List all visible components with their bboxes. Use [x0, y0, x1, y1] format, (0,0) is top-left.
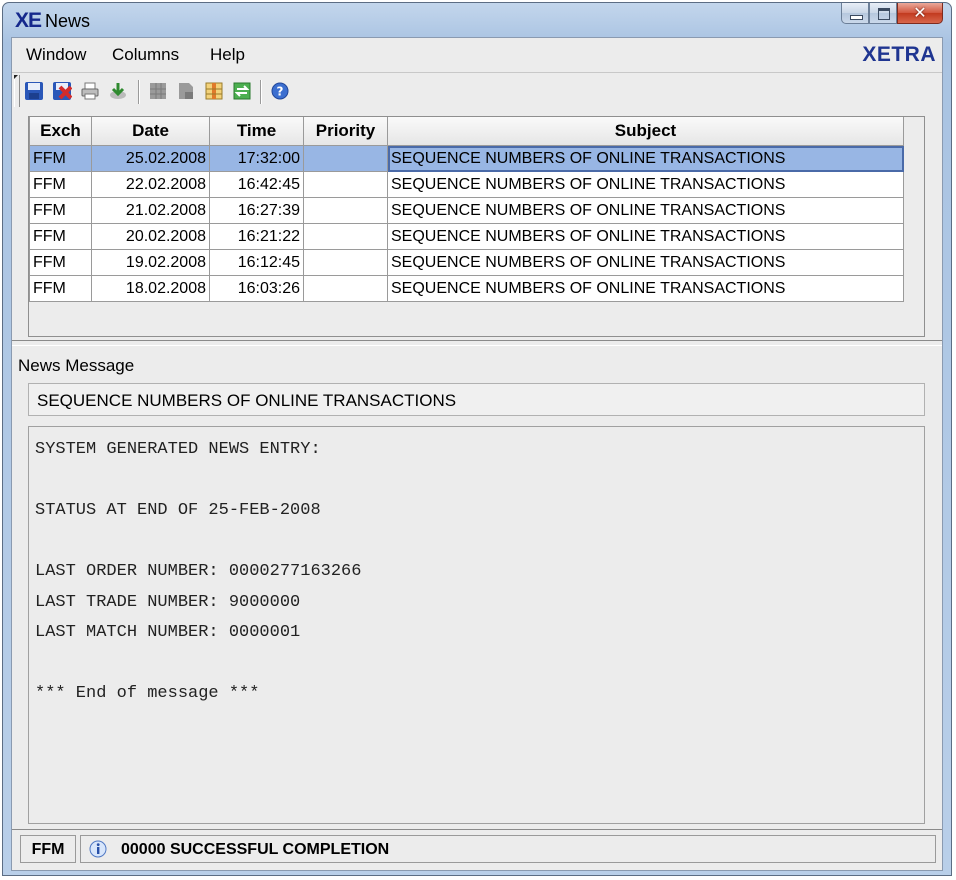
menu-window[interactable]: Window — [26, 45, 86, 65]
help-icon[interactable]: ? — [270, 81, 290, 101]
cell-time: 16:12:45 — [209, 249, 304, 276]
cell-subject: SEQUENCE NUMBERS OF ONLINE TRANSACTIONS — [387, 145, 904, 172]
column-header-time[interactable]: Time — [209, 117, 304, 146]
save-icon[interactable] — [24, 81, 44, 101]
body-line — [35, 649, 924, 680]
status-exchange: FFM — [20, 835, 76, 863]
minimize-icon — [850, 15, 863, 20]
cell-subject: SEQUENCE NUMBERS OF ONLINE TRANSACTIONS — [387, 275, 904, 302]
save-as-icon[interactable] — [52, 81, 72, 101]
menu-bar: Window Columns Help XETRA — [12, 38, 942, 73]
cell-priority — [303, 249, 388, 276]
document-icon[interactable] — [176, 81, 196, 101]
table-row[interactable]: FFM 22.02.2008 16:42:45 SEQUENCE NUMBERS… — [29, 171, 904, 198]
export-icon[interactable] — [108, 81, 128, 101]
column-header-date[interactable]: Date — [91, 117, 210, 146]
news-table-panel: Exch Date Time Priority Subject FFM 25.0… — [28, 116, 925, 337]
table-row[interactable]: FFM 25.02.2008 17:32:00 SEQUENCE NUMBERS… — [29, 145, 904, 172]
print-icon[interactable] — [80, 81, 100, 101]
news-message-label: News Message — [18, 356, 135, 375]
toolbar-grip[interactable] — [14, 75, 20, 107]
status-message-panel: 00000 SUCCESSFUL COMPLETION — [80, 835, 936, 863]
body-line — [35, 466, 924, 497]
title-bar[interactable]: XE News ✕ — [3, 3, 951, 37]
body-line: SYSTEM GENERATED NEWS ENTRY: — [35, 440, 321, 459]
cell-time: 17:32:00 — [209, 145, 304, 172]
cell-exch: FFM — [29, 223, 92, 250]
menu-columns[interactable]: Columns — [112, 45, 179, 65]
columns-icon[interactable] — [204, 81, 224, 101]
body-line — [35, 527, 924, 558]
cell-date: 19.02.2008 — [91, 249, 210, 276]
cell-date: 20.02.2008 — [91, 223, 210, 250]
cell-exch: FFM — [29, 275, 92, 302]
cell-priority — [303, 223, 388, 250]
xetra-brand-logo: XETRA — [862, 43, 936, 66]
cell-exch: FFM — [29, 145, 92, 172]
news-window: XE News ✕ Window Columns Help XETRA ? Ex… — [2, 2, 952, 876]
table-row[interactable]: FFM 19.02.2008 16:12:45 SEQUENCE NUMBERS… — [29, 249, 904, 276]
app-logo: XE — [15, 9, 42, 32]
cell-subject: SEQUENCE NUMBERS OF ONLINE TRANSACTIONS — [387, 223, 904, 250]
close-icon: ✕ — [913, 3, 927, 22]
news-subject-field[interactable]: SEQUENCE NUMBERS OF ONLINE TRANSACTIONS — [28, 383, 925, 416]
cell-time: 16:42:45 — [209, 171, 304, 198]
column-header-priority[interactable]: Priority — [303, 117, 388, 146]
news-body-text[interactable]: SYSTEM GENERATED NEWS ENTRY: STATUS AT E… — [28, 426, 925, 824]
refresh-icon[interactable] — [232, 81, 252, 101]
body-line: LAST TRADE NUMBER: 9000000 — [35, 592, 301, 612]
body-line: LAST MATCH NUMBER: 0000001 — [35, 623, 301, 642]
cell-subject: SEQUENCE NUMBERS OF ONLINE TRANSACTIONS — [387, 197, 904, 224]
cell-date: 25.02.2008 — [91, 145, 210, 172]
cell-priority — [303, 275, 388, 302]
body-line: STATUS AT END OF 25-FEB-2008 — [35, 501, 321, 520]
column-header-exch[interactable]: Exch — [29, 117, 92, 146]
cell-exch: FFM — [29, 249, 92, 276]
window-title: News — [45, 11, 91, 31]
cell-exch: FFM — [29, 171, 92, 198]
table-header-row: Exch Date Time Priority Subject — [29, 117, 904, 146]
info-icon — [89, 840, 107, 858]
body-line: LAST ORDER NUMBER: 0000277163266 — [35, 562, 362, 581]
grid-icon[interactable] — [148, 81, 168, 101]
close-button[interactable]: ✕ — [897, 3, 943, 24]
column-header-subject[interactable]: Subject — [387, 117, 904, 146]
cell-time: 16:21:22 — [209, 223, 304, 250]
cell-date: 18.02.2008 — [91, 275, 210, 302]
toolbar: ? — [12, 73, 942, 111]
cell-date: 21.02.2008 — [91, 197, 210, 224]
minimize-button[interactable] — [841, 3, 869, 24]
table-row[interactable]: FFM 20.02.2008 16:21:22 SEQUENCE NUMBERS… — [29, 223, 904, 250]
cell-priority — [303, 171, 388, 198]
cell-priority — [303, 197, 388, 224]
client-area: Window Columns Help XETRA ? Exch Date Ti… — [11, 37, 943, 871]
cell-priority — [303, 145, 388, 172]
maximize-button[interactable] — [869, 3, 897, 24]
cell-time: 16:03:26 — [209, 275, 304, 302]
table-row[interactable]: FFM 21.02.2008 16:27:39 SEQUENCE NUMBERS… — [29, 197, 904, 224]
caption-buttons: ✕ — [841, 3, 943, 25]
cell-exch: FFM — [29, 197, 92, 224]
body-line: *** End of message *** — [35, 684, 260, 703]
table-row[interactable]: FFM 18.02.2008 16:03:26 SEQUENCE NUMBERS… — [29, 275, 904, 302]
status-message: 00000 SUCCESSFUL COMPLETION — [121, 841, 390, 858]
news-table: Exch Date Time Priority Subject FFM 25.0… — [29, 117, 904, 302]
cell-time: 16:27:39 — [209, 197, 304, 224]
maximize-icon — [878, 8, 890, 20]
menu-help[interactable]: Help — [210, 45, 245, 65]
toolbar-separator — [138, 80, 140, 104]
cell-date: 22.02.2008 — [91, 171, 210, 198]
toolbar-separator — [260, 80, 262, 104]
cell-subject: SEQUENCE NUMBERS OF ONLINE TRANSACTIONS — [387, 249, 904, 276]
cell-subject: SEQUENCE NUMBERS OF ONLINE TRANSACTIONS — [387, 171, 904, 198]
svg-text:?: ? — [277, 85, 284, 99]
status-bar: FFM 00000 SUCCESSFUL COMPLETION — [12, 829, 942, 870]
pane-splitter[interactable] — [12, 340, 942, 346]
